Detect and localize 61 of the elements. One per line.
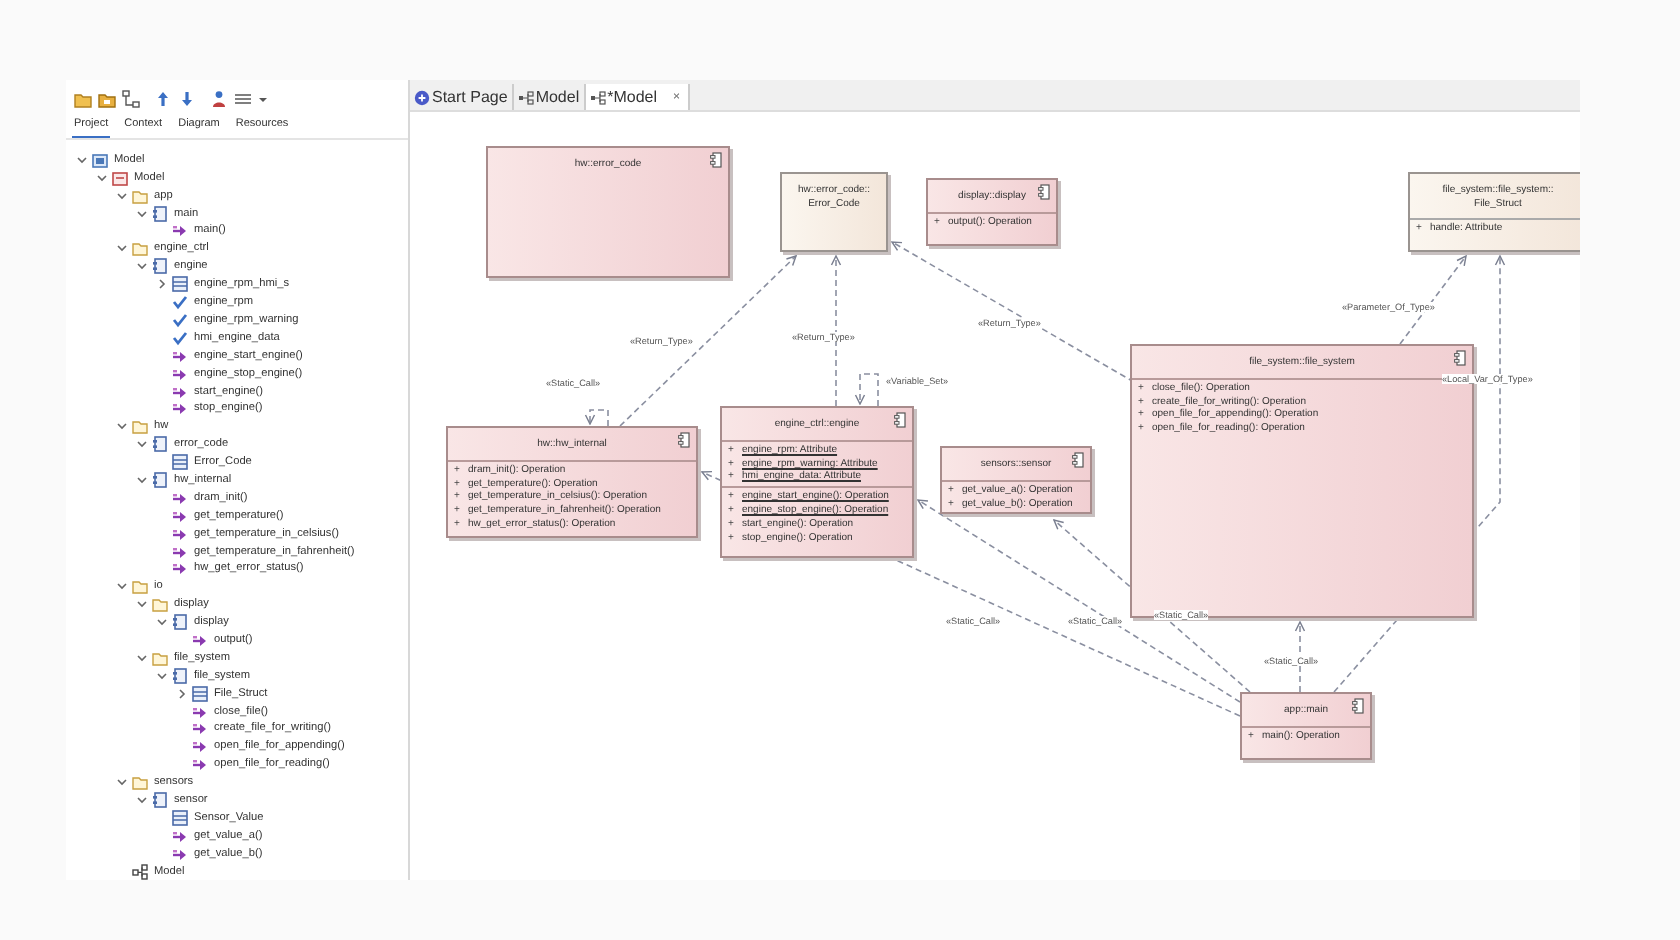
chevron-down-icon[interactable] (96, 171, 108, 184)
chevron-down-icon[interactable] (116, 242, 128, 255)
diagram-icon (517, 89, 534, 105)
chevron-right-icon[interactable] (176, 687, 188, 700)
package-icon (112, 169, 128, 186)
class-icon (172, 276, 188, 293)
component-icon (152, 791, 168, 808)
chevron-down-icon[interactable] (136, 793, 148, 806)
class-icon (172, 454, 188, 471)
chevron-down-icon[interactable] (156, 616, 168, 629)
person-icon[interactable] (210, 90, 228, 109)
database-icon (92, 151, 108, 168)
method-icon (192, 631, 208, 648)
component-icon (152, 205, 168, 222)
folder-icon[interactable] (98, 90, 116, 109)
folder-icon (152, 649, 168, 666)
component-icon (152, 258, 168, 275)
chevron-down-icon[interactable] (136, 438, 148, 451)
chevron-down-icon[interactable] (116, 420, 128, 433)
hierarchy-icon[interactable] (122, 90, 140, 109)
diagram-icon (589, 89, 606, 105)
tab-label: *Model (607, 88, 658, 106)
chevron-right-icon[interactable] (156, 278, 168, 291)
diagram-icon (132, 863, 148, 880)
component-icon (710, 152, 722, 168)
class-icon (172, 809, 188, 826)
chevron-down-icon[interactable] (136, 473, 148, 486)
method-icon (172, 222, 188, 239)
folder-icon (132, 774, 148, 791)
tab-label: Model (535, 88, 580, 106)
component-icon (1072, 452, 1084, 468)
chevron-down-icon[interactable] (156, 669, 168, 682)
component-icon (152, 436, 168, 453)
component-icon (1038, 184, 1050, 200)
chevron-down-icon[interactable] (136, 207, 148, 220)
class-icon (192, 685, 208, 702)
component-icon (152, 471, 168, 488)
chevron-down-icon[interactable] (136, 260, 148, 273)
folder-icon (132, 240, 148, 257)
component-icon (1454, 350, 1466, 366)
tab-label: Start Page (432, 88, 508, 106)
up-arrow-icon[interactable] (154, 90, 172, 109)
chevron-down-icon[interactable] (136, 598, 148, 611)
folder-icon[interactable] (74, 90, 92, 109)
dependency-arrow (584, 409, 609, 427)
component-icon (894, 412, 906, 428)
menu-icon[interactable] (234, 90, 252, 109)
chevron-down-icon[interactable] (76, 153, 88, 166)
chevron-down-icon[interactable] (116, 776, 128, 789)
folder-icon (132, 187, 148, 204)
chevron-down-icon[interactable] (136, 651, 148, 664)
component-icon (678, 432, 690, 448)
component-icon (172, 667, 188, 684)
chevron-down-icon[interactable] (116, 580, 128, 593)
dependency-arrow (854, 373, 879, 407)
down-arrow-icon[interactable] (178, 90, 196, 109)
chevron-down-icon[interactable] (116, 189, 128, 202)
component-icon (172, 614, 188, 631)
component-icon (1352, 698, 1364, 714)
document-tab[interactable]: Start Page (410, 84, 514, 110)
folder-icon (132, 418, 148, 435)
